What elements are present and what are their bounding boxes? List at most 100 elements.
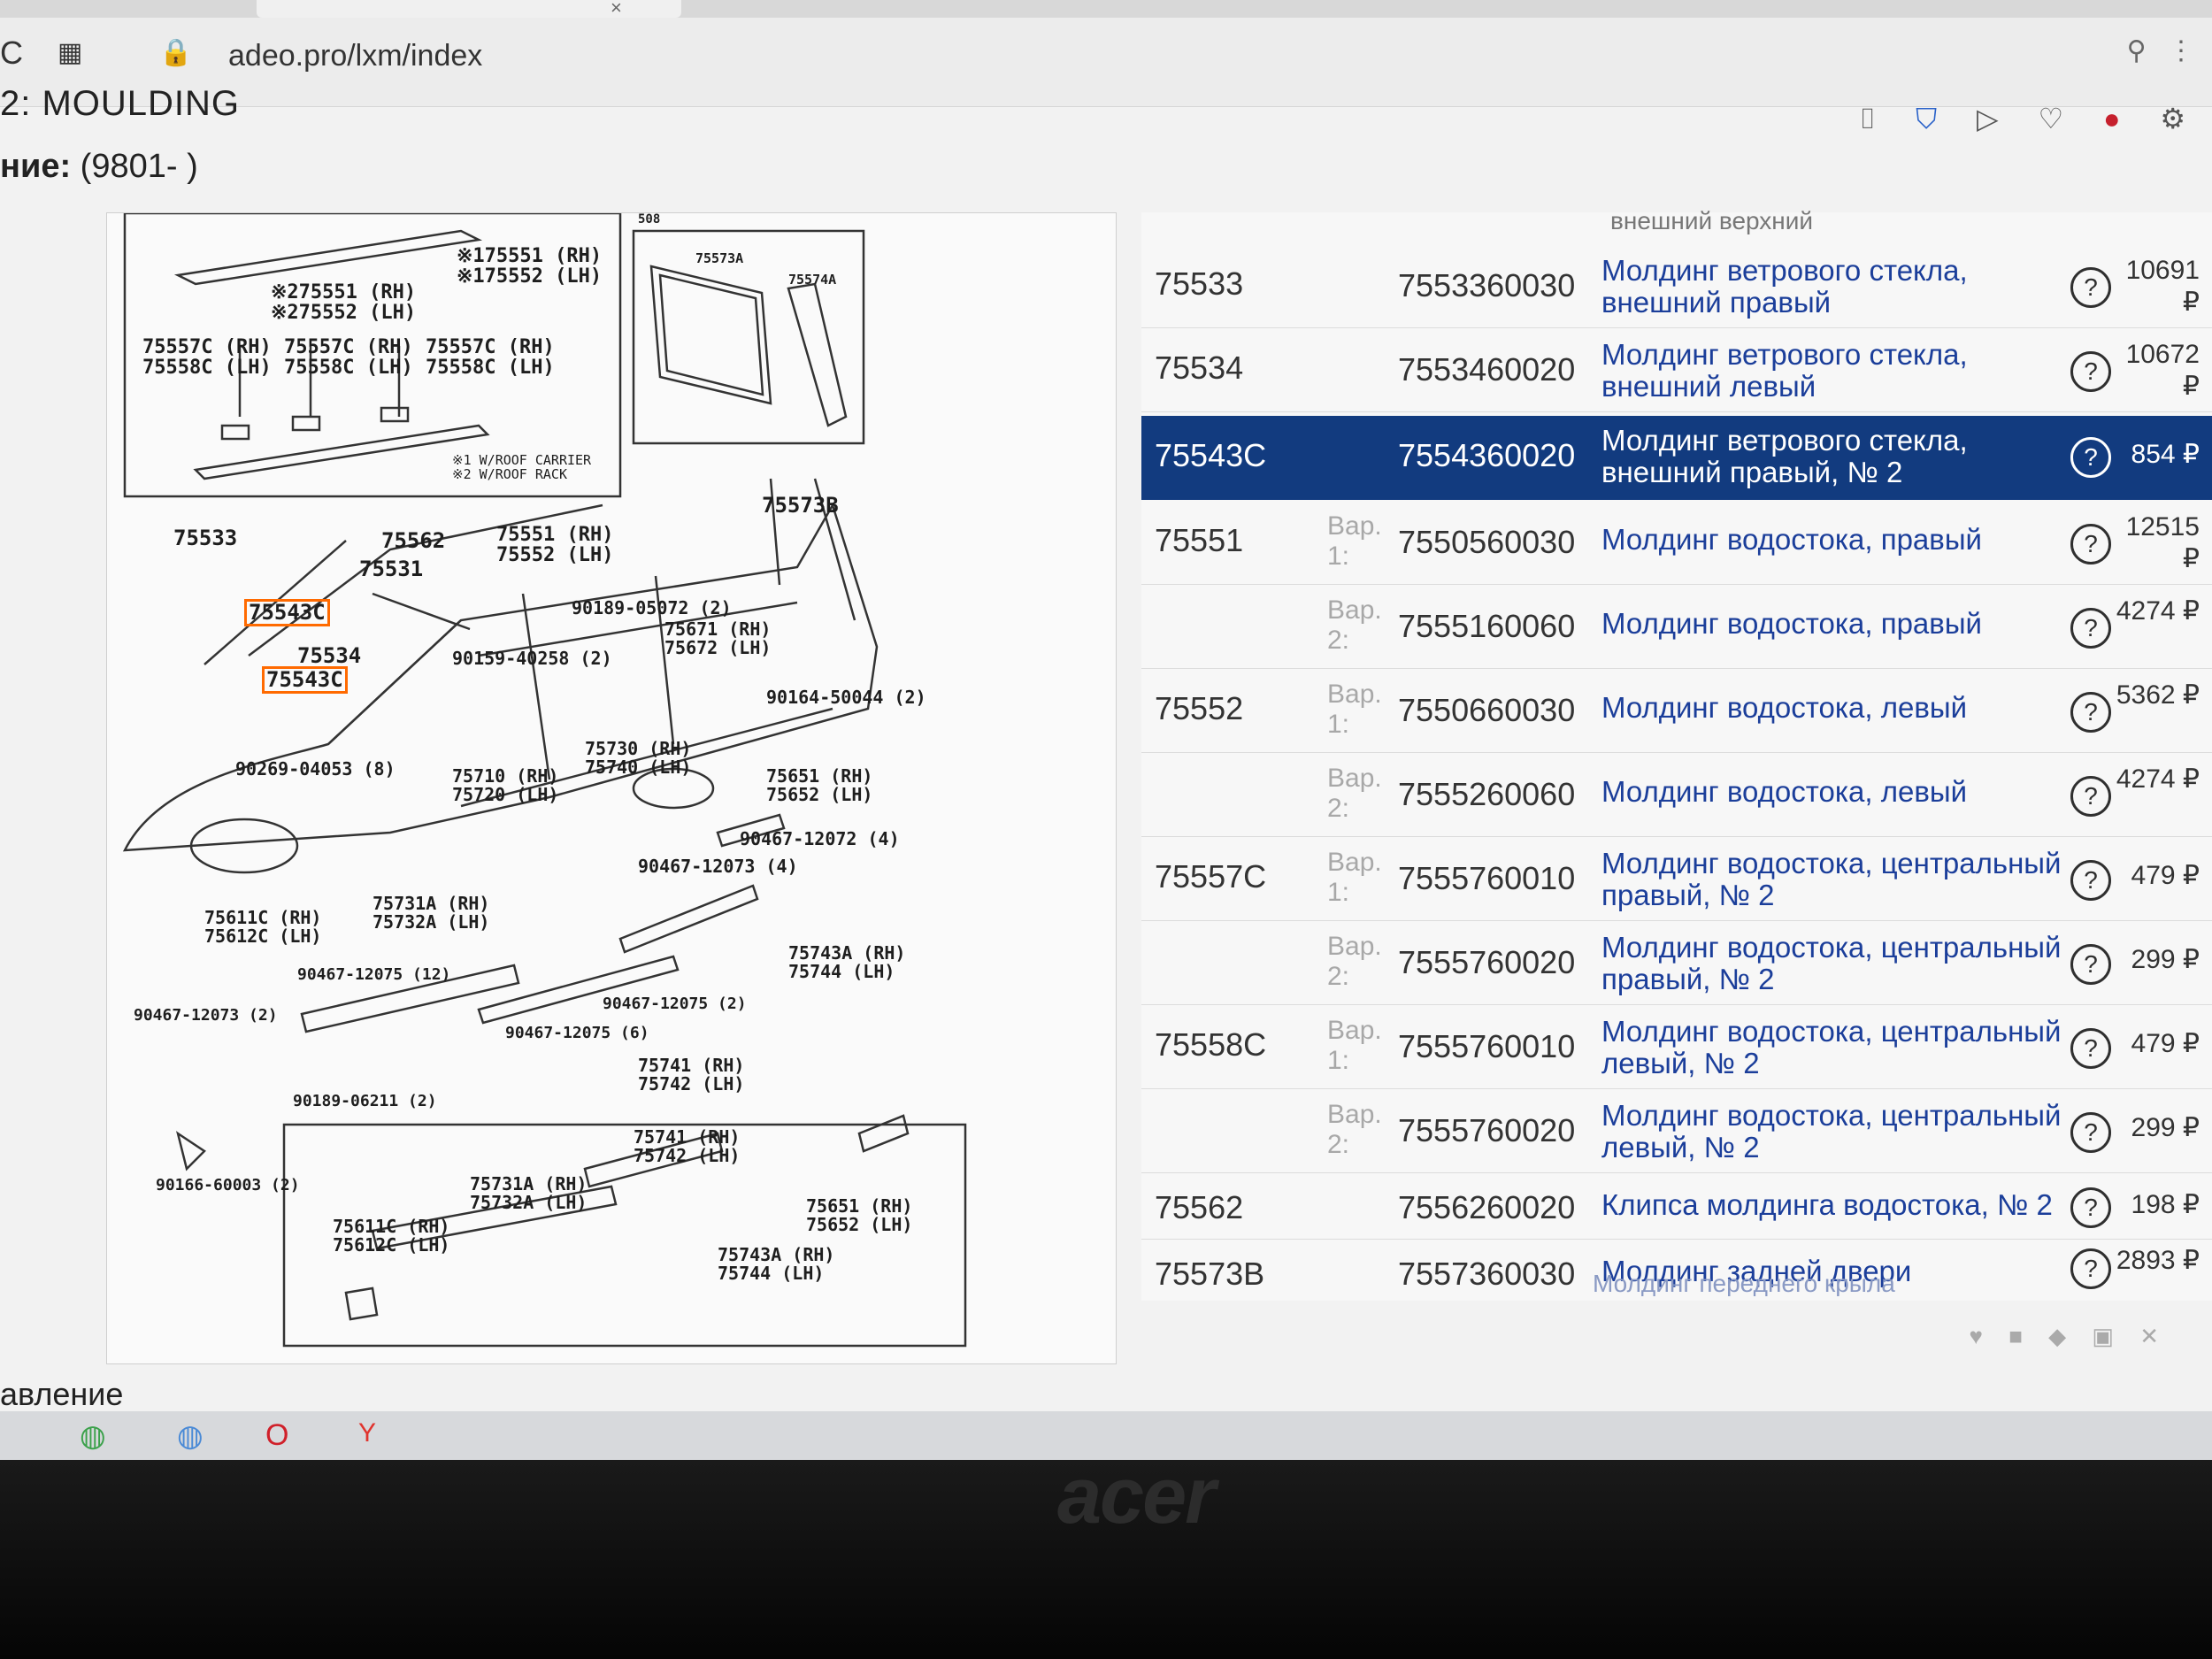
part-variant: Вар. 1: bbox=[1327, 680, 1382, 739]
part-price: 12515 ₽ bbox=[2125, 512, 2200, 573]
part-variant: Вар. 2: bbox=[1327, 932, 1382, 991]
more-icon[interactable]: ⋮ bbox=[2168, 36, 2194, 65]
part-name-link[interactable]: Молдинг ветрового стекла, внешний левый bbox=[1601, 339, 2062, 403]
part-name-link[interactable]: Молдинг водостока, центральный левый, № … bbox=[1601, 1100, 2062, 1164]
part-name-link[interactable]: Молдинг ветрового стекла, внешний правый bbox=[1601, 255, 2062, 319]
table-row[interactable]: 75551 Вар. 1: 7550560030 Молдинг водосто… bbox=[1141, 504, 2212, 585]
tray-app-icon[interactable]: ♥ bbox=[1970, 1323, 1983, 1349]
camera-icon[interactable]: ⌷ bbox=[1859, 103, 1876, 134]
table-row[interactable]: Вар. 2: 7555760020 Молдинг водостока, це… bbox=[1141, 1093, 2212, 1173]
chrome-taskbar-icon[interactable]: ◍ bbox=[80, 1418, 106, 1454]
laptop-brand-logo: acer bbox=[1057, 1452, 1216, 1540]
tray-app-icon[interactable]: ◆ bbox=[2048, 1323, 2066, 1349]
diagram-label: 75743A (RH) 75744 (LH) bbox=[788, 942, 906, 982]
yandex-taskbar-icon[interactable]: Y bbox=[358, 1418, 376, 1448]
help-icon[interactable]: ? bbox=[2070, 437, 2111, 478]
close-tab-icon[interactable]: × bbox=[611, 0, 622, 19]
help-icon[interactable]: ? bbox=[2070, 776, 2111, 817]
diagram-label-highlighted[interactable]: 75543C bbox=[244, 599, 330, 627]
part-name-link[interactable]: Молдинг водостока, левый bbox=[1601, 692, 2062, 724]
part-number: 7557360030 bbox=[1398, 1256, 1576, 1292]
tray-app-icon[interactable]: ▣ bbox=[2092, 1323, 2114, 1349]
part-number: 7555760020 bbox=[1398, 1112, 1576, 1148]
part-price: 2893 ₽ bbox=[2116, 1246, 2200, 1275]
heart-icon[interactable]: ♡ bbox=[2039, 103, 2064, 134]
part-price: 854 ₽ bbox=[2131, 440, 2200, 469]
part-name-link[interactable]: Молдинг ветрового стекла, внешний правый… bbox=[1601, 425, 2062, 488]
part-name-link[interactable]: Молдинг водостока, левый bbox=[1601, 776, 2062, 808]
help-icon[interactable]: ? bbox=[2070, 944, 2111, 985]
diagram-label: 90164-50044 (2) bbox=[766, 687, 926, 708]
part-number: 7554360020 bbox=[1398, 437, 1576, 473]
shield-icon[interactable]: ⛉ bbox=[1916, 103, 1937, 134]
help-icon[interactable]: ? bbox=[2070, 524, 2111, 565]
tray-app-icon[interactable]: ✕ bbox=[2139, 1323, 2159, 1349]
help-icon[interactable]: ? bbox=[2070, 860, 2111, 901]
diagram-label: 75731A (RH) 75732A (LH) bbox=[470, 1173, 588, 1213]
help-icon[interactable]: ? bbox=[2070, 1187, 2111, 1228]
roof-rail-lower bbox=[193, 424, 490, 480]
diagram-label-highlighted[interactable]: 75543C bbox=[262, 666, 348, 695]
inset-box-glass bbox=[632, 229, 865, 445]
help-icon[interactable]: ? bbox=[2070, 1248, 2111, 1289]
part-name-link[interactable]: Молдинг водостока, правый bbox=[1601, 608, 2062, 640]
apps-grid-icon[interactable]: ▦ bbox=[58, 35, 82, 71]
part-price: 299 ₽ bbox=[2131, 1113, 2200, 1142]
part-price: 5362 ₽ bbox=[2116, 680, 2200, 710]
help-icon[interactable]: ? bbox=[2070, 1028, 2111, 1069]
part-name-link[interactable]: Молдинг водостока, центральный правый, №… bbox=[1601, 932, 2062, 995]
part-number: 7553360030 bbox=[1398, 267, 1576, 303]
opera-taskbar-icon[interactable]: O bbox=[265, 1418, 288, 1453]
part-name-link[interactable]: Молдинг водостока, центральный правый, №… bbox=[1601, 848, 2062, 911]
help-icon[interactable]: ? bbox=[2070, 267, 2111, 308]
part-code: 75557C bbox=[1155, 858, 1267, 895]
play-icon[interactable]: ▷ bbox=[1977, 103, 1999, 134]
diagram-note: ※1 W/ROOF CARRIER ※2 W/ROOF RACK bbox=[452, 452, 592, 482]
part-name-link[interactable]: Молдинг водостока, правый bbox=[1601, 524, 2062, 556]
table-row[interactable]: 75558C Вар. 1: 7555760010 Молдинг водост… bbox=[1141, 1009, 2212, 1089]
settings-icon[interactable]: ⚙ bbox=[2160, 103, 2185, 134]
part-number: 7550560030 bbox=[1398, 524, 1576, 560]
part-code: 75533 bbox=[1155, 265, 1244, 302]
help-icon[interactable]: ? bbox=[2070, 608, 2111, 649]
table-row[interactable]: Вар. 2: 7555760020 Молдинг водостока, це… bbox=[1141, 925, 2212, 1005]
diagram-label: 90467-12073 (2) bbox=[134, 1006, 278, 1025]
diagram-label: 75557C (RH) 75558C (LH) bbox=[142, 336, 272, 380]
part-name-link[interactable]: Молдинг водостока, центральный левый, № … bbox=[1601, 1016, 2062, 1079]
part-code: 75552 bbox=[1155, 690, 1244, 726]
table-row[interactable]: 75533 7553360030 Молдинг ветрового стекл… bbox=[1141, 248, 2212, 328]
part-variant: Вар. 1: bbox=[1327, 1016, 1382, 1075]
help-icon[interactable]: ? bbox=[2070, 1112, 2111, 1153]
part-number: 7553460020 bbox=[1398, 351, 1576, 388]
address-bar[interactable]: adeo.pro/lxm/index bbox=[228, 39, 482, 73]
help-icon[interactable]: ? bbox=[2070, 692, 2111, 733]
table-row[interactable]: 75534 7553460020 Молдинг ветрового стекл… bbox=[1141, 332, 2212, 412]
part-price: 198 ₽ bbox=[2131, 1190, 2200, 1219]
diagram-label: 75573B bbox=[762, 493, 839, 518]
page-header: 2: MOULDING ние: (9801- ) ⌷ ⛉ ▷ ♡ ● ⚙ bbox=[0, 84, 2212, 190]
search-icon[interactable]: ⚲ bbox=[2127, 36, 2147, 65]
table-row[interactable]: 75557C Вар. 1: 7555760010 Молдинг водост… bbox=[1141, 841, 2212, 921]
table-row[interactable]: 75552 Вар. 1: 7550660030 Молдинг водосто… bbox=[1141, 672, 2212, 753]
diagram-label: 75731A (RH) 75732A (LH) bbox=[373, 893, 490, 933]
part-price: 10672 ₽ bbox=[2125, 340, 2200, 401]
part-name-link[interactable]: Клипса молдинга водостока, № 2 bbox=[1601, 1189, 2062, 1221]
tray-app-icon[interactable]: ■ bbox=[2008, 1323, 2023, 1349]
part-code: 75558C bbox=[1155, 1026, 1267, 1063]
table-row[interactable]: 75562 7556260020 Клипса молдинга водосто… bbox=[1141, 1177, 2212, 1240]
browser-taskbar-icon[interactable]: ◍ bbox=[177, 1418, 204, 1454]
table-row[interactable]: Вар. 2: 7555260060 Молдинг водостока, ле… bbox=[1141, 757, 2212, 837]
diagram-label: 90166-60003 (2) bbox=[156, 1176, 300, 1194]
refresh-icon[interactable]: C bbox=[0, 35, 23, 71]
opera-icon[interactable]: ● bbox=[2103, 103, 2120, 134]
part-variant: Вар. 2: bbox=[1327, 764, 1382, 823]
screen: × C ▦ 🔒 adeo.pro/lxm/index ⚲ ⋮ 2: MOULDI… bbox=[0, 0, 2212, 1460]
help-icon[interactable]: ? bbox=[2070, 351, 2111, 392]
table-row[interactable]: Вар. 2: 7555160060 Молдинг водостока, пр… bbox=[1141, 588, 2212, 669]
diagram-label: 90159-40258 (2) bbox=[452, 648, 612, 669]
table-row-selected[interactable]: 75543C 7554360020 Молдинг ветрового стек… bbox=[1141, 416, 2212, 500]
part-price: 479 ₽ bbox=[2131, 1029, 2200, 1058]
diagram-label: 75730 (RH) 75740 (LH) bbox=[585, 738, 692, 778]
subtitle-value: (9801- ) bbox=[71, 148, 198, 185]
diagram-label: 75710 (RH) 75720 (LH) bbox=[452, 765, 559, 805]
